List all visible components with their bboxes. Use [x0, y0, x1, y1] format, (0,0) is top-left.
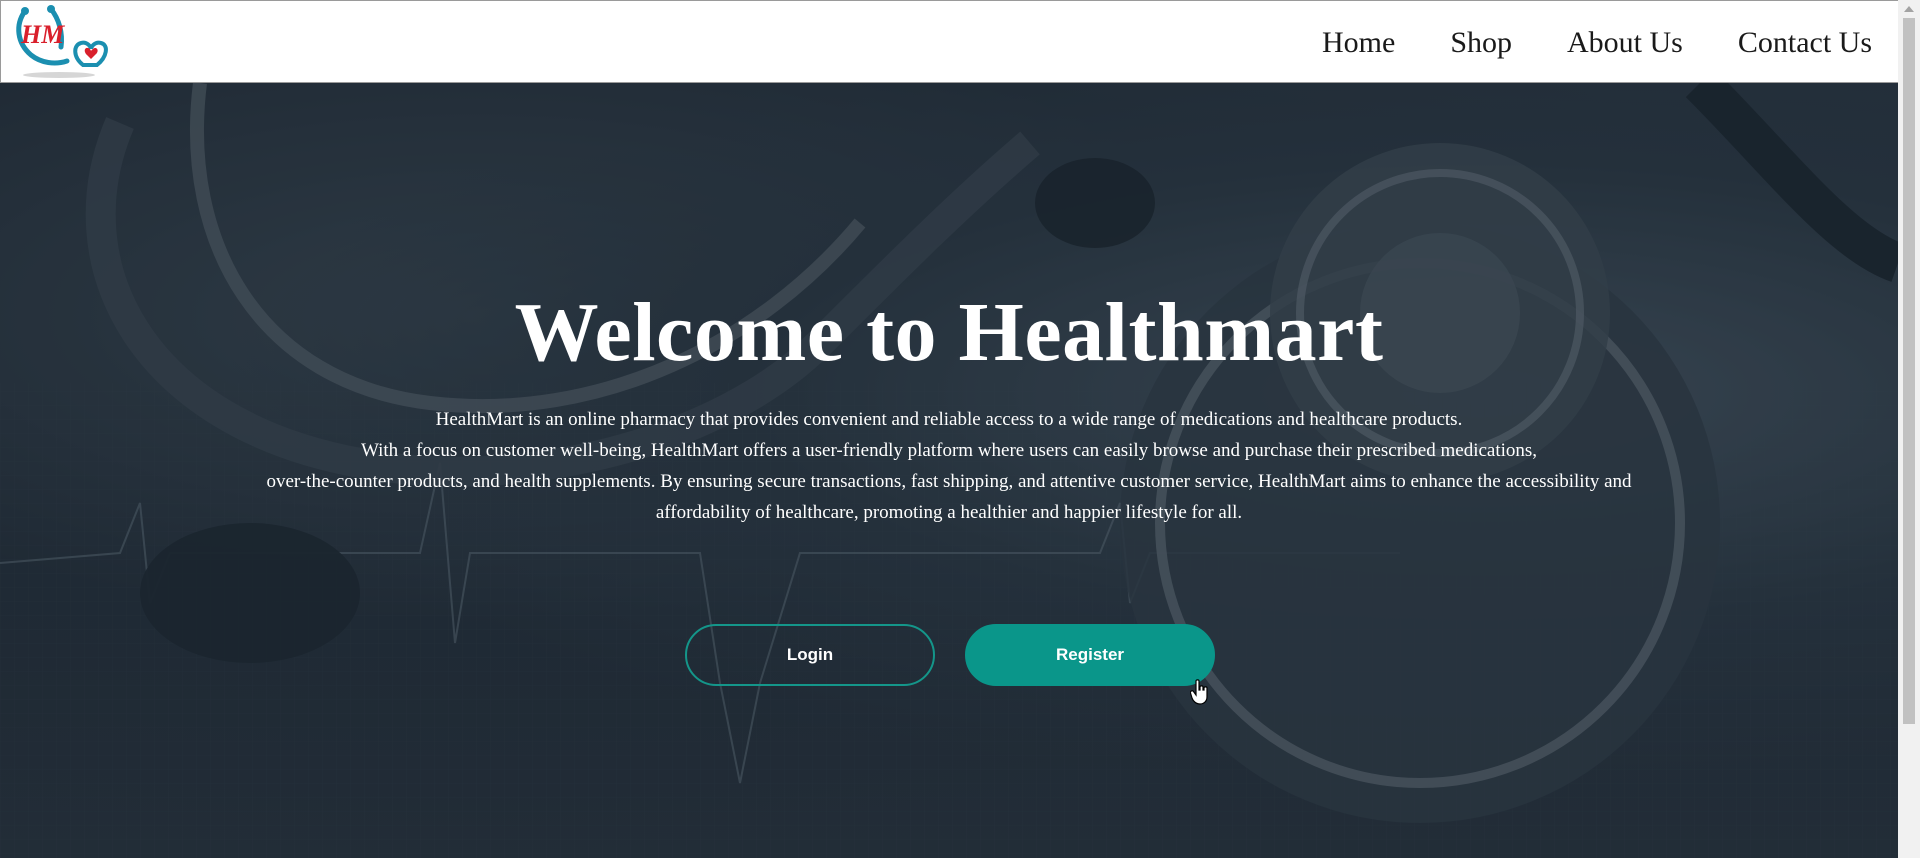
healthmart-logo[interactable]: HM — [11, 3, 111, 81]
stethoscope-heart-icon: HM — [16, 5, 108, 78]
nav-about-us[interactable]: About Us — [1567, 27, 1683, 58]
hero-description-line: over-the-counter products, and health su… — [266, 471, 1632, 492]
register-button[interactable]: Register — [965, 624, 1215, 686]
hero-section: Welcome to Healthmart HealthMart is an o… — [0, 83, 1898, 858]
scrollbar-thumb[interactable] — [1903, 18, 1915, 724]
scroll-up-arrow-icon[interactable] — [1904, 6, 1914, 12]
main-nav: Home Shop About Us Contact Us — [1267, 1, 1872, 84]
nav-home[interactable]: Home — [1322, 27, 1395, 58]
nav-contact-us[interactable]: Contact Us — [1738, 27, 1872, 58]
vertical-scrollbar[interactable] — [1898, 0, 1920, 858]
login-button[interactable]: Login — [685, 624, 935, 686]
hero-description: HealthMart is an online pharmacy that pr… — [200, 404, 1698, 528]
logo-letters: HM — [20, 20, 65, 49]
nav-shop[interactable]: Shop — [1450, 27, 1512, 58]
hand-cursor-icon — [1190, 679, 1208, 705]
page: HM Home Shop About Us Contact Us Welcome… — [0, 0, 1920, 858]
hero-description-line: With a focus on customer well-being, Hea… — [360, 440, 1538, 461]
hero-description-line: affordability of healthcare, promoting a… — [655, 502, 1243, 523]
hero-title: Welcome to Healthmart — [514, 286, 1384, 379]
hero-description-line: HealthMart is an online pharmacy that pr… — [435, 409, 1463, 430]
site-header: HM Home Shop About Us Contact Us — [0, 0, 1898, 83]
